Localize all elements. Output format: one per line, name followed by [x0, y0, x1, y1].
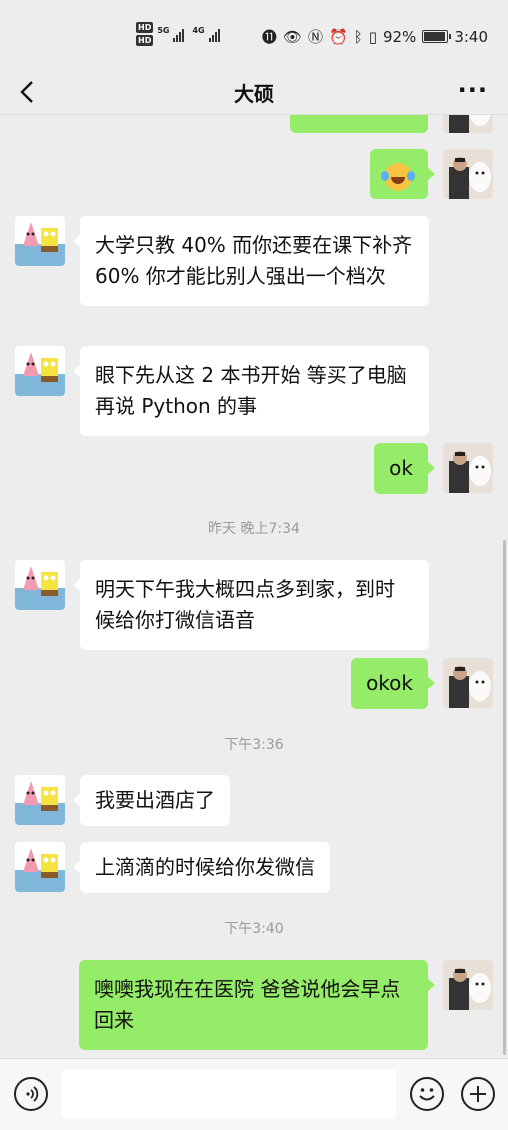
eye-icon: 👁: [282, 27, 302, 46]
message-bubble-me[interactable]: [370, 149, 435, 199]
hd-badge: HD: [136, 22, 154, 33]
chat-title: 大硕: [234, 82, 274, 106]
message-bubble-friend[interactable]: 我要出酒店了: [73, 775, 230, 826]
message-input[interactable]: [62, 1069, 396, 1119]
avatar-me[interactable]: [443, 443, 493, 493]
more-options-button[interactable]: ···: [458, 74, 488, 106]
timestamp: 下午3:36: [224, 737, 284, 753]
battery-percent: 92%: [382, 27, 417, 46]
scrollbar[interactable]: [503, 540, 506, 1055]
avatar-friend[interactable]: [15, 842, 65, 892]
emoji-button[interactable]: [410, 1077, 444, 1111]
clock: 3:40: [454, 27, 488, 46]
signal-icon: [173, 26, 185, 42]
chat-header: 大硕 ···: [0, 70, 508, 115]
message-bubble-me[interactable]: okok: [351, 658, 435, 709]
voice-input-button[interactable]: [14, 1077, 48, 1111]
message-bubble-friend[interactable]: 眼下先从这 2 本书开始 等买了电脑再说 Python 的事: [73, 346, 429, 436]
plus-icon: [470, 1086, 486, 1102]
message-bubble-me[interactable]: [290, 115, 435, 133]
avatar-me[interactable]: [443, 115, 493, 133]
voice-icon: [26, 1086, 39, 1102]
alarm-icon: ⏰: [329, 27, 348, 46]
message-bubble-friend[interactable]: 大学只教 40% 而你还要在课下补齐 60% 你才能比别人强出一个档次: [73, 216, 429, 306]
message-bubble-friend[interactable]: 明天下午我大概四点多到家，到时候给你打微信语音: [73, 560, 429, 650]
timestamp: 昨天 晚上7:34: [208, 521, 300, 537]
timestamp: 下午3:40: [224, 921, 284, 937]
smiley-icon: [419, 1088, 435, 1101]
bluetooth-icon: ᛒ: [353, 27, 363, 46]
avatar-me[interactable]: [443, 960, 493, 1010]
input-bar: [0, 1058, 508, 1130]
status-bar: HD HD 5G 4G ⓫ 👁 Ⓝ ⏰ ᛒ ▯ 92% 3:40: [0, 0, 508, 70]
hd-badge: HD: [136, 35, 154, 46]
status-right: ⓫ 👁 Ⓝ ⏰ ᛒ ▯ 92% 3:40: [262, 26, 488, 47]
message-list[interactable]: 大学只教 40% 而你还要在课下补齐 60% 你才能比别人强出一个档次 眼下先从…: [0, 115, 508, 1058]
battery-icon: [422, 30, 452, 43]
avatar-friend[interactable]: [15, 216, 65, 266]
vibrate-icon: ▯: [368, 27, 377, 46]
avatar-friend[interactable]: [15, 560, 65, 610]
laughing-crying-emoji-icon: [381, 162, 415, 191]
message-bubble-friend[interactable]: 上滴滴的时候给你发微信: [73, 842, 330, 893]
avatar-me[interactable]: [443, 658, 493, 708]
message-bubble-me[interactable]: 噢噢我现在在医院 爸爸说他会早点回来: [79, 960, 435, 1050]
message-bubble-me[interactable]: ok: [374, 443, 435, 494]
signal-icon: [208, 26, 220, 42]
add-attachment-button[interactable]: [461, 1077, 495, 1111]
avatar-me[interactable]: [443, 149, 493, 199]
avatar-friend[interactable]: [15, 346, 65, 396]
nfc-icon: Ⓝ: [307, 28, 323, 46]
data-saver-icon: ⓫: [261, 28, 277, 46]
avatar-friend[interactable]: [15, 775, 65, 825]
signal-indicators: HD HD 5G 4G: [136, 22, 220, 46]
network-type: 5G: [157, 25, 170, 35]
network-type: 4G: [192, 25, 205, 35]
